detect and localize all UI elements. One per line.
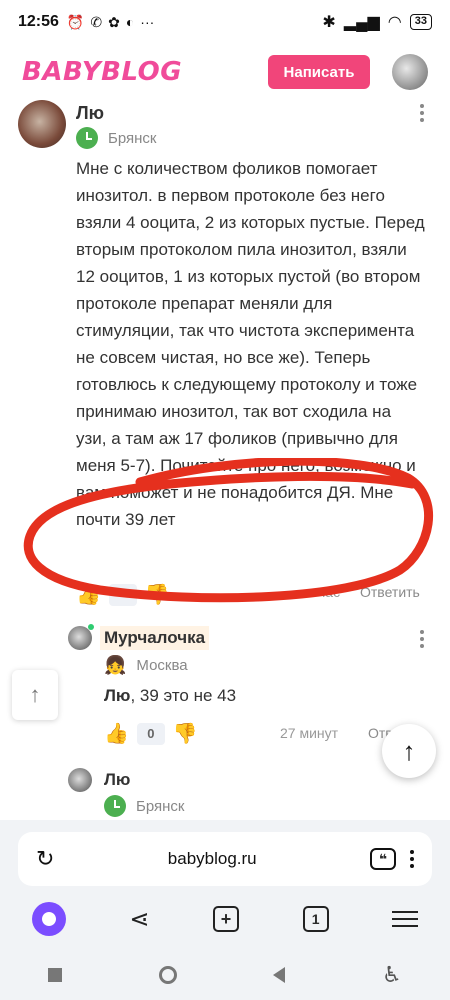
like-count: 0 xyxy=(136,722,165,745)
signal-icon: ▂▄▆ xyxy=(343,14,380,31)
write-button[interactable]: Написать xyxy=(268,55,370,89)
comment-more-icon[interactable] xyxy=(419,104,425,122)
reply-author-avatar[interactable] xyxy=(68,626,92,650)
comment-reply-link[interactable]: Ответить xyxy=(360,584,420,600)
arrow-up-icon: ↑ xyxy=(402,735,416,766)
user-avatar[interactable] xyxy=(392,54,428,90)
scroll-up-button[interactable]: ↑ xyxy=(12,670,58,720)
reply-body: Лю, 39 это не 43 xyxy=(104,686,236,706)
next-author-avatar[interactable] xyxy=(68,768,92,792)
reply-location: 👧 Москва xyxy=(104,655,188,676)
system-navigation: ♿ xyxy=(0,950,450,1000)
dislike-icon[interactable]: 👎 xyxy=(173,721,198,746)
back-icon[interactable] xyxy=(273,967,286,983)
comment-body: Мне с количеством фоликов помогает инози… xyxy=(76,159,425,529)
next-author-name[interactable]: Лю xyxy=(100,768,134,792)
online-indicator xyxy=(88,624,94,630)
site-header: BABYBLOG Написать xyxy=(0,44,450,100)
browser-menu-icon[interactable] xyxy=(410,850,414,868)
comment-author-avatar[interactable] xyxy=(18,100,66,148)
reply-message: , 39 это не 43 xyxy=(130,686,237,705)
phone-icon: ✆ xyxy=(90,13,103,30)
url-text[interactable]: babyblog.ru xyxy=(54,849,370,869)
like-icon[interactable]: 👍 xyxy=(104,721,129,746)
reply-addressee[interactable]: Лю xyxy=(104,686,130,705)
comment-time: час xyxy=(318,584,341,600)
reply-author-name[interactable]: Мурчалочка xyxy=(100,626,210,650)
alarm-icon: ⏰ xyxy=(66,13,85,30)
status-bar: 12:56 ⏰ ✆ ✿ ◐ ··· ✱ ▂▄▆ ◠ 33 xyxy=(0,0,450,44)
comment-city: Брянск xyxy=(108,129,157,147)
arrow-up-icon: ↑ xyxy=(29,682,41,707)
reply-more-icon[interactable] xyxy=(419,630,425,648)
quote-icon[interactable]: ❝ xyxy=(370,848,396,870)
dislike-icon[interactable]: 👎 xyxy=(145,582,170,607)
status-icons: ⏰ ✆ ✿ ◐ ··· xyxy=(67,14,154,31)
clock-badge-icon xyxy=(104,795,126,817)
bluetooth-icon: ✱ xyxy=(322,14,336,31)
accessibility-icon[interactable]: ♿ xyxy=(382,962,402,988)
clock-badge-icon xyxy=(76,127,98,149)
wifi-icon: ◠ xyxy=(387,14,402,31)
like-icon[interactable]: 👍 xyxy=(76,582,101,607)
more-notifications: ··· xyxy=(140,14,155,30)
like-count xyxy=(108,583,137,606)
next-location: Брянск xyxy=(104,795,185,817)
tabs-icon[interactable]: 1 xyxy=(302,906,329,932)
home-icon[interactable] xyxy=(158,966,177,984)
alice-assistant-icon[interactable] xyxy=(31,902,66,936)
new-tab-icon[interactable]: + xyxy=(213,906,240,932)
battery-indicator: 33 xyxy=(409,14,432,30)
comment-location: Брянск xyxy=(76,127,157,149)
address-bar[interactable]: ↻ babyblog.ru ❝ xyxy=(18,832,432,886)
browser-nav-row: ⋖ + 1 xyxy=(0,892,450,946)
reply-time: 27 минут xyxy=(280,725,339,741)
status-time: 12:56 xyxy=(18,13,59,30)
leaf-icon: ◐ xyxy=(125,14,135,30)
babyblog-logo[interactable]: BABYBLOG xyxy=(22,57,182,87)
comment-author-name[interactable]: Лю xyxy=(76,103,104,124)
reply-city: Москва xyxy=(136,657,188,674)
app-icon: ✿ xyxy=(108,13,120,30)
girl-avatar-icon: 👧 xyxy=(104,655,127,675)
next-city: Брянск xyxy=(136,797,185,815)
hamburger-menu-icon[interactable] xyxy=(392,911,419,927)
reload-icon[interactable]: ↻ xyxy=(36,846,54,872)
recent-apps-icon[interactable] xyxy=(48,968,63,982)
scroll-to-top-button[interactable]: ↑ xyxy=(382,724,436,778)
reply-actions: 👍 0 👎 xyxy=(104,721,198,746)
share-icon[interactable]: ⋖ xyxy=(129,905,149,934)
comment-actions: 👍 👎 xyxy=(76,582,170,607)
